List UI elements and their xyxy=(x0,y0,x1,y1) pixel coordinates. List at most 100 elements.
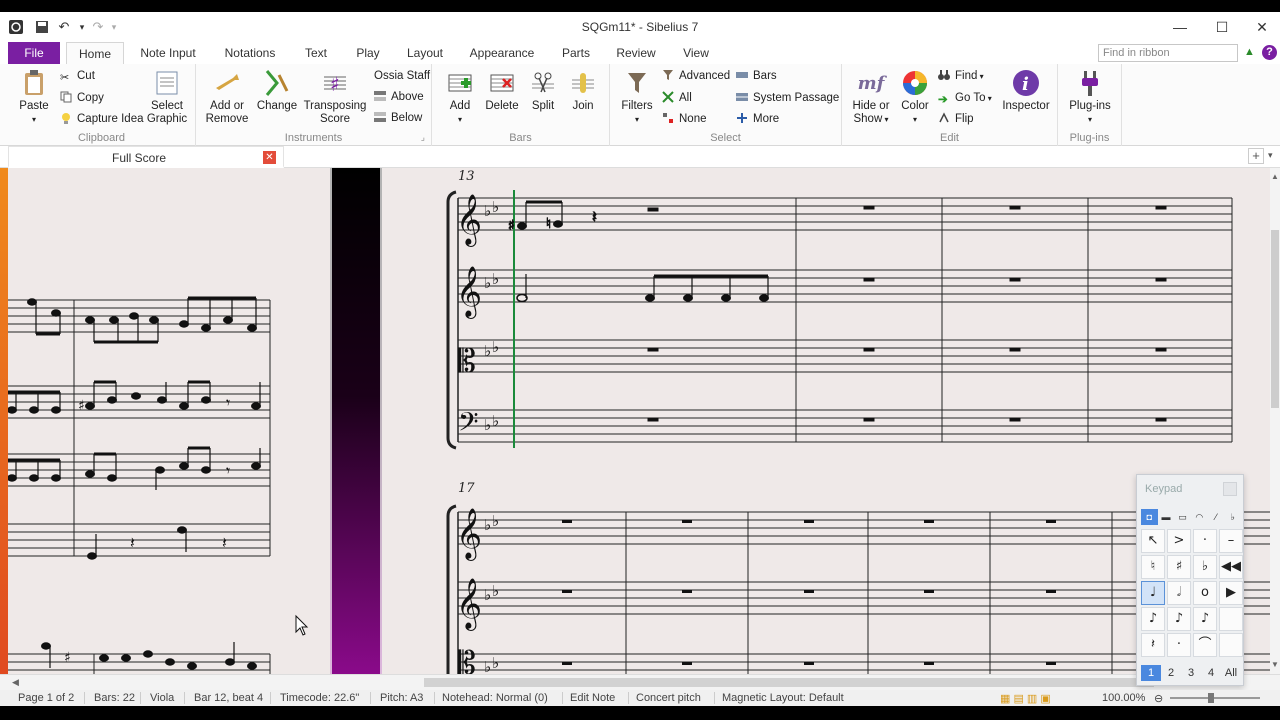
tab-parts[interactable]: Parts xyxy=(556,42,596,64)
scroll-down-icon[interactable]: ▼ xyxy=(1271,660,1279,669)
vertical-scroll-thumb[interactable] xyxy=(1271,230,1279,408)
zoom-out-icon[interactable]: ⊖ xyxy=(1154,692,1163,705)
select-none-button[interactable]: None xyxy=(662,110,707,128)
zoom-slider[interactable] xyxy=(1170,697,1260,699)
delete-bar-button[interactable]: Delete xyxy=(482,68,522,113)
kp-key-tenuto[interactable]: – xyxy=(1219,529,1243,553)
inspector-button[interactable]: i Inspector xyxy=(998,68,1054,113)
keypad-tab-1[interactable]: ◘ xyxy=(1141,509,1158,525)
tab-note-input[interactable]: Note Input xyxy=(134,42,202,64)
transposing-score-icon: ♯ xyxy=(319,68,351,98)
flip-button[interactable]: Flip xyxy=(938,110,974,128)
zoom-slider-thumb[interactable] xyxy=(1208,693,1214,703)
status-instrument: Viola xyxy=(150,692,175,704)
color-button[interactable]: Color ▾ xyxy=(896,68,934,126)
tab-layout[interactable]: Layout xyxy=(400,42,450,64)
select-more-button[interactable]: More xyxy=(736,110,779,128)
kp-key-blank-2[interactable] xyxy=(1219,633,1243,657)
hide-show-button[interactable]: mf Hide or Show ▾ xyxy=(846,68,896,126)
split-bar-label: Split xyxy=(531,100,555,112)
kp-layout-3[interactable]: 3 xyxy=(1181,665,1201,681)
kp-key-half-note[interactable]: 𝅗𝅥 xyxy=(1167,581,1191,605)
keypad-tab-2[interactable]: ▬ xyxy=(1158,509,1175,525)
filters-button[interactable]: Filters ▾ xyxy=(616,68,658,126)
kp-key-natural[interactable]: ♮ xyxy=(1141,555,1165,579)
tab-text[interactable]: Text xyxy=(296,42,336,64)
close-button[interactable]: ✕ xyxy=(1240,12,1280,42)
ribbon-search-input[interactable]: Find in ribbon xyxy=(1098,44,1238,62)
horizontal-scroll-thumb[interactable] xyxy=(424,678,1154,687)
tab-home[interactable]: Home xyxy=(66,42,124,64)
inspector-icon: i xyxy=(1010,68,1042,98)
tab-play[interactable]: Play xyxy=(348,42,388,64)
ossia-above-button[interactable]: Above xyxy=(374,88,424,106)
select-all-button[interactable]: All xyxy=(662,89,692,107)
plugins-button[interactable]: Plug-ins ▾ xyxy=(1064,68,1116,126)
minimize-button[interactable]: — xyxy=(1158,12,1202,42)
keypad-close-icon[interactable] xyxy=(1223,482,1237,496)
kp-key-accent[interactable]: > xyxy=(1167,529,1191,553)
system-passage-button[interactable]: System Passage xyxy=(736,89,839,107)
tab-review[interactable]: Review xyxy=(612,42,660,64)
tab-appearance[interactable]: Appearance xyxy=(466,42,538,64)
advanced-filter-button[interactable]: Advanced xyxy=(662,67,730,85)
kp-key-sharp[interactable]: ♯ xyxy=(1167,555,1191,579)
kp-layout-2[interactable]: 2 xyxy=(1161,665,1181,681)
close-tab-icon[interactable]: ✕ xyxy=(263,151,276,164)
vertical-scrollbar[interactable]: ▲ ▼ xyxy=(1270,168,1280,674)
new-tab-icon[interactable]: + xyxy=(1248,148,1264,164)
kp-key-sixteenth-note[interactable]: ♪ xyxy=(1167,607,1191,631)
kp-key-rewind[interactable]: ◀◀ xyxy=(1219,555,1243,579)
score-canvas[interactable]: 𝄾 𝄾 𝄽 𝄽 ♯ ♯ 13 𝄞 𝄞 𝄡 𝄢 ♭ ♭ ♭ ♭ ♭ ♭ ♭ ♭ ♯… xyxy=(8,168,1270,674)
tab-list-icon[interactable]: ▾ xyxy=(1268,150,1273,161)
add-bar-button[interactable]: Add ▾ xyxy=(440,68,480,126)
kp-key-staccato[interactable]: · xyxy=(1193,529,1217,553)
kp-key-play[interactable]: ▶ xyxy=(1219,581,1243,605)
horizontal-scrollbar[interactable]: ◀ xyxy=(0,674,1280,690)
kp-key-whole-note[interactable]: o xyxy=(1193,581,1217,605)
keypad-tab-3[interactable]: ▭ xyxy=(1174,509,1191,525)
tab-notations[interactable]: Notations xyxy=(218,42,282,64)
kp-key-32nd-note[interactable]: ♪ xyxy=(1193,607,1217,631)
kp-key-dot[interactable]: · xyxy=(1167,633,1191,657)
kp-key-rest[interactable]: 𝄽 xyxy=(1141,633,1165,657)
kp-layout-1[interactable]: 1 xyxy=(1141,665,1161,681)
keypad-tab-4[interactable]: ◠ xyxy=(1191,509,1208,525)
tab-view[interactable]: View xyxy=(676,42,716,64)
capture-idea-button[interactable]: Capture Idea xyxy=(60,110,144,128)
kp-key-eighth-note[interactable]: ♪ xyxy=(1141,607,1165,631)
maximize-button[interactable]: ☐ xyxy=(1200,12,1244,42)
select-graphic-button[interactable]: Select Graphic xyxy=(144,68,190,126)
cut-button[interactable]: ✂ Cut xyxy=(60,67,95,85)
kp-layout-4[interactable]: 4 xyxy=(1201,665,1221,681)
change-button[interactable]: Change xyxy=(254,68,300,113)
scroll-left-icon[interactable]: ◀ xyxy=(12,677,19,688)
kp-key-tie[interactable]: ⌒ xyxy=(1193,633,1217,657)
find-button[interactable]: Find ▾ xyxy=(938,67,984,85)
split-bar-button[interactable]: Split xyxy=(524,68,562,113)
doc-tab-full-score[interactable]: Full Score ✕ xyxy=(8,146,284,168)
ossia-below-button[interactable]: Below xyxy=(374,109,422,127)
join-bar-button[interactable]: Join xyxy=(564,68,602,113)
collapse-ribbon-icon[interactable]: ▲ xyxy=(1244,46,1255,58)
select-bars-button[interactable]: Bars xyxy=(736,67,777,85)
paste-button[interactable]: Paste ▾ xyxy=(14,68,54,126)
kp-key-select[interactable]: ↖ xyxy=(1141,529,1165,553)
kp-key-flat[interactable]: ♭ xyxy=(1193,555,1217,579)
keypad-tab-6[interactable]: ♭ xyxy=(1224,509,1241,525)
go-to-button[interactable]: ➔ Go To ▾ xyxy=(938,89,992,107)
add-remove-button[interactable]: Add or Remove xyxy=(202,68,252,126)
copy-button[interactable]: Copy xyxy=(60,89,104,107)
kp-key-blank-1[interactable] xyxy=(1219,607,1243,631)
kp-layout-all[interactable]: All xyxy=(1221,665,1241,681)
instruments-dialog-launcher-icon[interactable]: ⌟ xyxy=(421,132,425,143)
delete-bar-icon xyxy=(486,68,518,98)
help-icon[interactable]: ? xyxy=(1262,45,1277,60)
kp-key-quarter-note[interactable]: ♩ xyxy=(1141,581,1165,605)
transposing-score-button[interactable]: ♯ Transposing Score xyxy=(302,68,368,126)
tab-file[interactable]: File xyxy=(8,42,60,64)
scroll-up-icon[interactable]: ▲ xyxy=(1271,172,1279,181)
status-page: Page 1 of 2 xyxy=(18,692,75,704)
view-mode-icon[interactable]: ▦ ▤ ▥ ▣ xyxy=(1000,692,1051,705)
keypad-tab-5[interactable]: ⁄ xyxy=(1208,509,1225,525)
